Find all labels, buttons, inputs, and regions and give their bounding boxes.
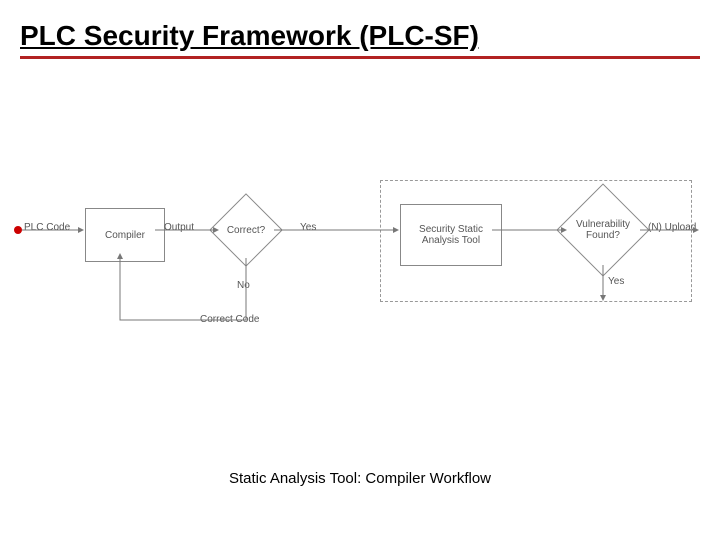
caption: Static Analysis Tool: Compiler Workflow [0, 470, 720, 487]
page-title: PLC Security Framework (PLC-SF) [20, 20, 479, 56]
title-bar: PLC Security Framework (PLC-SF) [20, 20, 700, 59]
workflow-diagram: PLC Code Compiler Output Correct? Yes Se… [0, 170, 720, 370]
flow-arrows [0, 170, 720, 370]
